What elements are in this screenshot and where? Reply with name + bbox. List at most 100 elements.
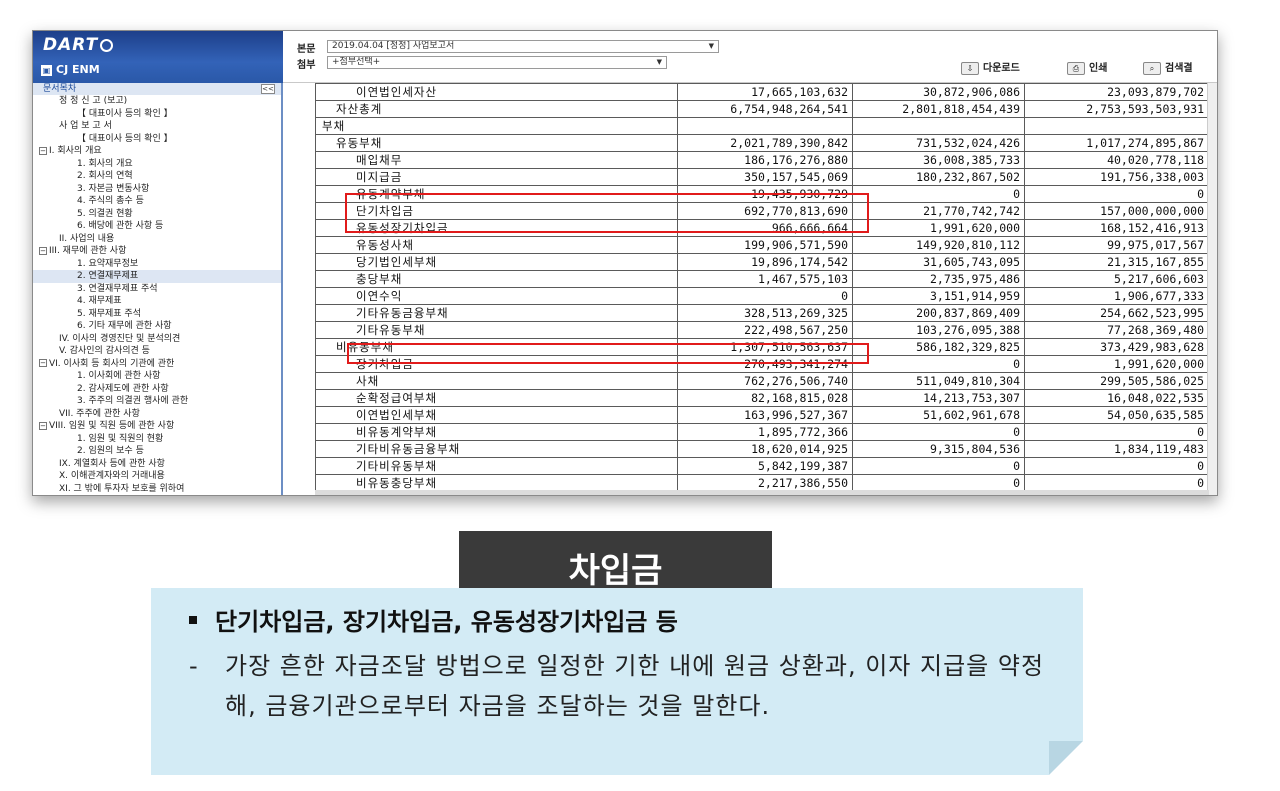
- attach-doc-select[interactable]: +첨부선택+ ▼: [327, 56, 667, 69]
- search-button[interactable]: ⌕ 검색결: [1143, 59, 1193, 75]
- toc-item[interactable]: − I. 회사의 개요: [33, 145, 281, 158]
- company-name: ▣ CJ ENM: [41, 63, 100, 76]
- amount-cell: 199,906,571,590: [677, 236, 853, 254]
- amount-cell: [677, 117, 853, 135]
- amount-cell: 2,217,386,550: [677, 474, 853, 492]
- amount-cell: 222,498,567,250: [677, 321, 853, 339]
- toc-item[interactable]: 1. 회사의 개요: [33, 158, 281, 171]
- toc-item[interactable]: 6. 기타 재무에 관한 사항: [33, 320, 281, 333]
- toc-item[interactable]: 2. 회사의 연혁: [33, 170, 281, 183]
- table-row: 기타비유동부채 5,842,199,387 0 0: [315, 457, 1209, 475]
- toc-item[interactable]: 1. 요약재무정보: [33, 258, 281, 271]
- account-name: 당기법인세부채: [315, 253, 678, 271]
- dart-viewer-window: DART ▣ CJ ENM 본문 2019.04.04 [정정] 사업보고서 ▼ 첨…: [32, 30, 1218, 496]
- toc-item[interactable]: 2. 연결재무제표: [33, 270, 281, 283]
- main-doc-label: 본문: [297, 44, 316, 55]
- toc-item[interactable]: 5. 의결권 현황: [33, 208, 281, 221]
- toc-item[interactable]: 5. 재무제표 주석: [33, 308, 281, 321]
- tree-toggle-icon[interactable]: −: [39, 146, 47, 155]
- toc-item[interactable]: 6. 배당에 관한 사항 등: [33, 220, 281, 233]
- main-doc-select[interactable]: 2019.04.04 [정정] 사업보고서 ▼: [327, 40, 719, 53]
- account-name: 기타비유동부채: [315, 457, 678, 475]
- toc-item-label: 3. 주주의 의결권 행사에 관한: [77, 396, 189, 406]
- download-icon: ⇩: [961, 61, 979, 75]
- amount-cell: 21,315,167,855: [1024, 253, 1209, 271]
- account-name: 매입채무: [315, 151, 678, 169]
- vertical-scrollbar[interactable]: [1207, 83, 1217, 495]
- amount-cell: 17,665,103,632: [677, 83, 853, 101]
- table-row: 비유동계약부채 1,895,772,366 0 0: [315, 423, 1209, 441]
- toc-item[interactable]: 1. 임원 및 직원의 현황: [33, 433, 281, 446]
- toc-item[interactable]: V. 감사인의 감사의견 등: [33, 345, 281, 358]
- toc-item[interactable]: X. 이해관계자와의 거래내용: [33, 470, 281, 483]
- tree-toggle-icon[interactable]: −: [39, 421, 47, 430]
- collapse-sidebar-button[interactable]: <<: [261, 84, 275, 94]
- toc-item[interactable]: 정 정 신 고 (보고): [33, 95, 281, 108]
- toc-item[interactable]: XI. 그 밖에 투자자 보호를 위하여: [33, 483, 281, 496]
- toc-item[interactable]: 4. 주식의 총수 등: [33, 195, 281, 208]
- amount-cell: 31,605,743,095: [852, 253, 1025, 271]
- toc-item-label: VII. 주주에 관한 사항: [59, 408, 140, 419]
- dart-logo[interactable]: DART: [43, 35, 114, 55]
- toc-item-label: II. 사업의 내용: [59, 233, 115, 244]
- chevron-down-icon: ▼: [656, 58, 662, 66]
- toc-item[interactable]: VII. 주주에 관한 사항: [33, 408, 281, 421]
- bullet-point: 단기차입금, 장기차입금, 유동성장기차입금 등: [189, 602, 678, 637]
- amount-cell: 1,991,620,000: [852, 219, 1025, 237]
- amount-cell: 36,008,385,733: [852, 151, 1025, 169]
- highlight-long-term-borrowings: [347, 343, 869, 364]
- account-name: 자산총계: [315, 100, 678, 118]
- amount-cell: 1,895,772,366: [677, 423, 853, 441]
- toc-item-label: X. 이해관계자와의 거래내용: [59, 471, 165, 481]
- toc-item-label: 【 대표이사 등의 확인 】: [77, 133, 173, 144]
- toc-item[interactable]: 사 업 보 고 서: [33, 120, 281, 133]
- amount-cell: 1,467,575,103: [677, 270, 853, 288]
- amount-cell: 2,021,789,390,842: [677, 134, 853, 152]
- amount-cell: 3,151,914,959: [852, 287, 1025, 305]
- amount-cell: 0: [1024, 474, 1209, 492]
- toc-item-label: 1. 회사의 개요: [77, 158, 133, 169]
- amount-cell: 2,753,593,503,931: [1024, 100, 1209, 118]
- content-margin: [285, 83, 315, 495]
- amount-cell: 586,182,329,825: [852, 338, 1025, 356]
- amount-cell: 0: [1024, 457, 1209, 475]
- toc-item[interactable]: 【 대표이사 등의 확인 】: [33, 133, 281, 146]
- toc-item[interactable]: 【 대표이사 등의 확인 】: [33, 108, 281, 121]
- tree-toggle-icon[interactable]: −: [39, 246, 47, 255]
- toc-item-label: XI. 그 밖에 투자자 보호를 위하여: [59, 483, 185, 494]
- account-name: 기타유동금융부채: [315, 304, 678, 322]
- tree-toggle-icon[interactable]: −: [39, 359, 47, 367]
- toc-item[interactable]: IX. 계열회사 등에 관한 사항: [33, 458, 281, 471]
- table-row: 매입채무 186,176,276,880 36,008,385,733 40,020,…: [315, 151, 1209, 169]
- download-button[interactable]: ⇩ 다운로드: [961, 59, 1020, 75]
- horizontal-scrollbar[interactable]: [315, 490, 1209, 495]
- toc-item[interactable]: II. 사업의 내용: [33, 233, 281, 246]
- toc-item-label: 4. 재무제표: [77, 296, 122, 306]
- toc-item[interactable]: IV. 이사의 경영진단 및 분석의견: [33, 333, 281, 346]
- toc-item-label: V. 감사인의 감사의견 등: [59, 346, 150, 356]
- dart-logo-ring-icon: [100, 38, 114, 52]
- print-button[interactable]: ⎙ 인쇄: [1067, 59, 1107, 75]
- toc-item[interactable]: − VIII. 임원 및 직원 등에 관한 사항: [33, 420, 281, 433]
- amount-cell: 1,991,620,000: [1024, 355, 1209, 373]
- toc-item[interactable]: 3. 자본금 변동사항: [33, 183, 281, 196]
- toc-item[interactable]: − III. 재무에 관한 사항: [33, 245, 281, 258]
- toc-item[interactable]: − VI. 이사회 등 회사의 기관에 관한: [33, 358, 281, 371]
- amount-cell: [852, 117, 1025, 135]
- toc-item[interactable]: 4. 재무제표: [33, 295, 281, 308]
- dart-header: DART ▣ CJ ENM: [33, 31, 283, 83]
- amount-cell: 23,093,879,702: [1024, 83, 1209, 101]
- printer-icon: ⎙: [1067, 61, 1085, 75]
- account-name: 비유동충당부채: [315, 474, 678, 492]
- account-name: 유동성사채: [315, 236, 678, 254]
- account-name: 사채: [315, 372, 678, 390]
- toc-item[interactable]: 2. 감사제도에 관한 사항: [33, 383, 281, 396]
- toc-item[interactable]: 3. 주주의 의결권 행사에 관한: [33, 395, 281, 408]
- amount-cell: 5,842,199,387: [677, 457, 853, 475]
- table-row: 당기법인세부채 19,896,174,542 31,605,743,095 21,31…: [315, 253, 1209, 271]
- table-row: 비유동충당부채 2,217,386,550 0 0: [315, 474, 1209, 492]
- toc-item[interactable]: 3. 연결재무제표 주석: [33, 283, 281, 296]
- toc-item-label: 1. 이사회에 관한 사항: [77, 371, 161, 381]
- toc-item[interactable]: 2. 임원의 보수 등: [33, 445, 281, 458]
- toc-item[interactable]: 1. 이사회에 관한 사항: [33, 370, 281, 383]
